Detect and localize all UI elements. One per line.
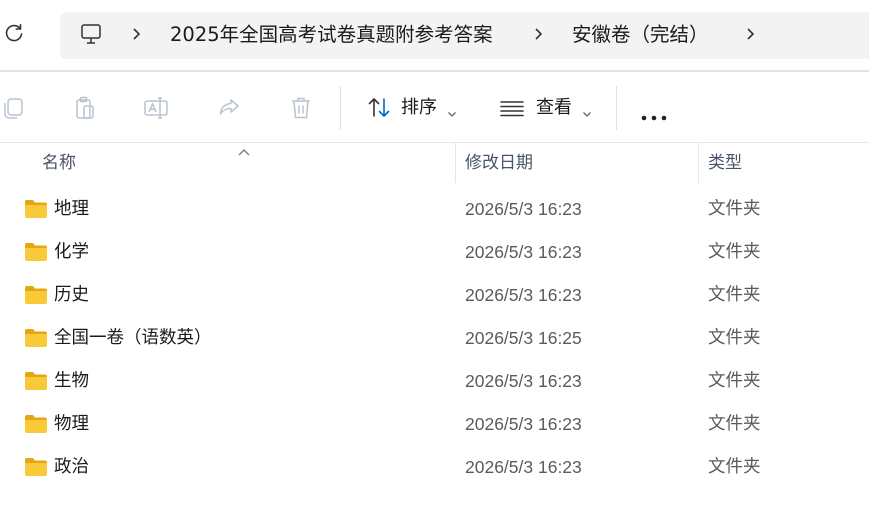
- column-header-type[interactable]: 类型: [708, 150, 742, 176]
- file-row[interactable]: 化学 2026/5/3 16:23 文件夹: [0, 232, 869, 275]
- file-row[interactable]: 生物 2026/5/3 16:23 文件夹: [0, 361, 869, 404]
- file-type: 文件夹: [708, 371, 761, 391]
- address-bar-row: 2025年全国高考试卷真题附参考答案 安徽卷（完结）: [0, 0, 869, 70]
- toolbar-divider: [616, 86, 617, 130]
- refresh-icon[interactable]: [2, 22, 26, 46]
- folder-icon: [24, 285, 48, 305]
- chevron-right-icon[interactable]: [745, 25, 757, 43]
- more-options-icon[interactable]: [640, 106, 668, 121]
- column-divider[interactable]: [455, 143, 456, 183]
- folder-icon: [24, 371, 48, 391]
- file-type: 文件夹: [708, 285, 761, 305]
- view-icon[interactable]: [499, 95, 525, 121]
- column-header-date[interactable]: 修改日期: [465, 150, 533, 176]
- breadcrumb-item[interactable]: 安徽卷（完结）: [572, 20, 709, 50]
- file-modified-date: 2026/5/3 16:23: [465, 414, 582, 434]
- file-name: 全国一卷（语数英）: [54, 328, 212, 348]
- sort-icon[interactable]: [366, 95, 392, 121]
- file-row[interactable]: 政治 2026/5/3 16:23 文件夹: [0, 447, 869, 490]
- chevron-down-icon[interactable]: [582, 103, 592, 117]
- file-name: 物理: [54, 414, 89, 434]
- paste-icon[interactable]: [72, 95, 98, 121]
- file-type: 文件夹: [708, 328, 761, 348]
- copy-icon[interactable]: [0, 95, 26, 121]
- folder-icon: [24, 242, 48, 262]
- sort-ascending-icon: [237, 142, 251, 156]
- divider: [0, 142, 869, 143]
- file-name: 政治: [54, 457, 89, 477]
- file-name: 历史: [54, 285, 89, 305]
- file-row[interactable]: 历史 2026/5/3 16:23 文件夹: [0, 275, 869, 318]
- command-bar: 排序 查看: [0, 72, 869, 142]
- file-type: 文件夹: [708, 199, 761, 219]
- file-type: 文件夹: [708, 414, 761, 434]
- column-divider[interactable]: [698, 143, 699, 183]
- chevron-right-icon[interactable]: [131, 25, 143, 43]
- column-header-name[interactable]: 名称: [42, 150, 76, 176]
- file-name: 生物: [54, 371, 89, 391]
- share-icon[interactable]: [216, 95, 242, 121]
- file-modified-date: 2026/5/3 16:23: [465, 371, 582, 391]
- breadcrumb-item[interactable]: 2025年全国高考试卷真题附参考答案: [170, 20, 493, 50]
- toolbar-divider: [340, 86, 341, 130]
- file-name: 化学: [54, 242, 89, 262]
- file-modified-date: 2026/5/3 16:23: [465, 457, 582, 477]
- file-type: 文件夹: [708, 242, 761, 262]
- chevron-down-icon[interactable]: [447, 103, 457, 117]
- chevron-right-icon[interactable]: [533, 25, 545, 43]
- file-row[interactable]: 物理 2026/5/3 16:23 文件夹: [0, 404, 869, 447]
- folder-icon: [24, 414, 48, 434]
- folder-icon: [24, 328, 48, 348]
- view-button[interactable]: 查看: [536, 94, 572, 122]
- folder-icon: [24, 199, 48, 219]
- file-row[interactable]: 地理 2026/5/3 16:23 文件夹: [0, 189, 869, 232]
- rename-icon[interactable]: [143, 95, 169, 121]
- file-modified-date: 2026/5/3 16:23: [465, 199, 582, 219]
- file-row[interactable]: 全国一卷（语数英） 2026/5/3 16:25 文件夹: [0, 318, 869, 361]
- sort-button[interactable]: 排序: [401, 94, 437, 122]
- folder-icon: [24, 457, 48, 477]
- delete-icon[interactable]: [288, 95, 314, 121]
- this-pc-icon[interactable]: [79, 22, 103, 46]
- file-modified-date: 2026/5/3 16:23: [465, 285, 582, 305]
- file-modified-date: 2026/5/3 16:23: [465, 242, 582, 262]
- file-type: 文件夹: [708, 457, 761, 477]
- file-modified-date: 2026/5/3 16:25: [465, 328, 582, 348]
- file-name: 地理: [54, 199, 89, 219]
